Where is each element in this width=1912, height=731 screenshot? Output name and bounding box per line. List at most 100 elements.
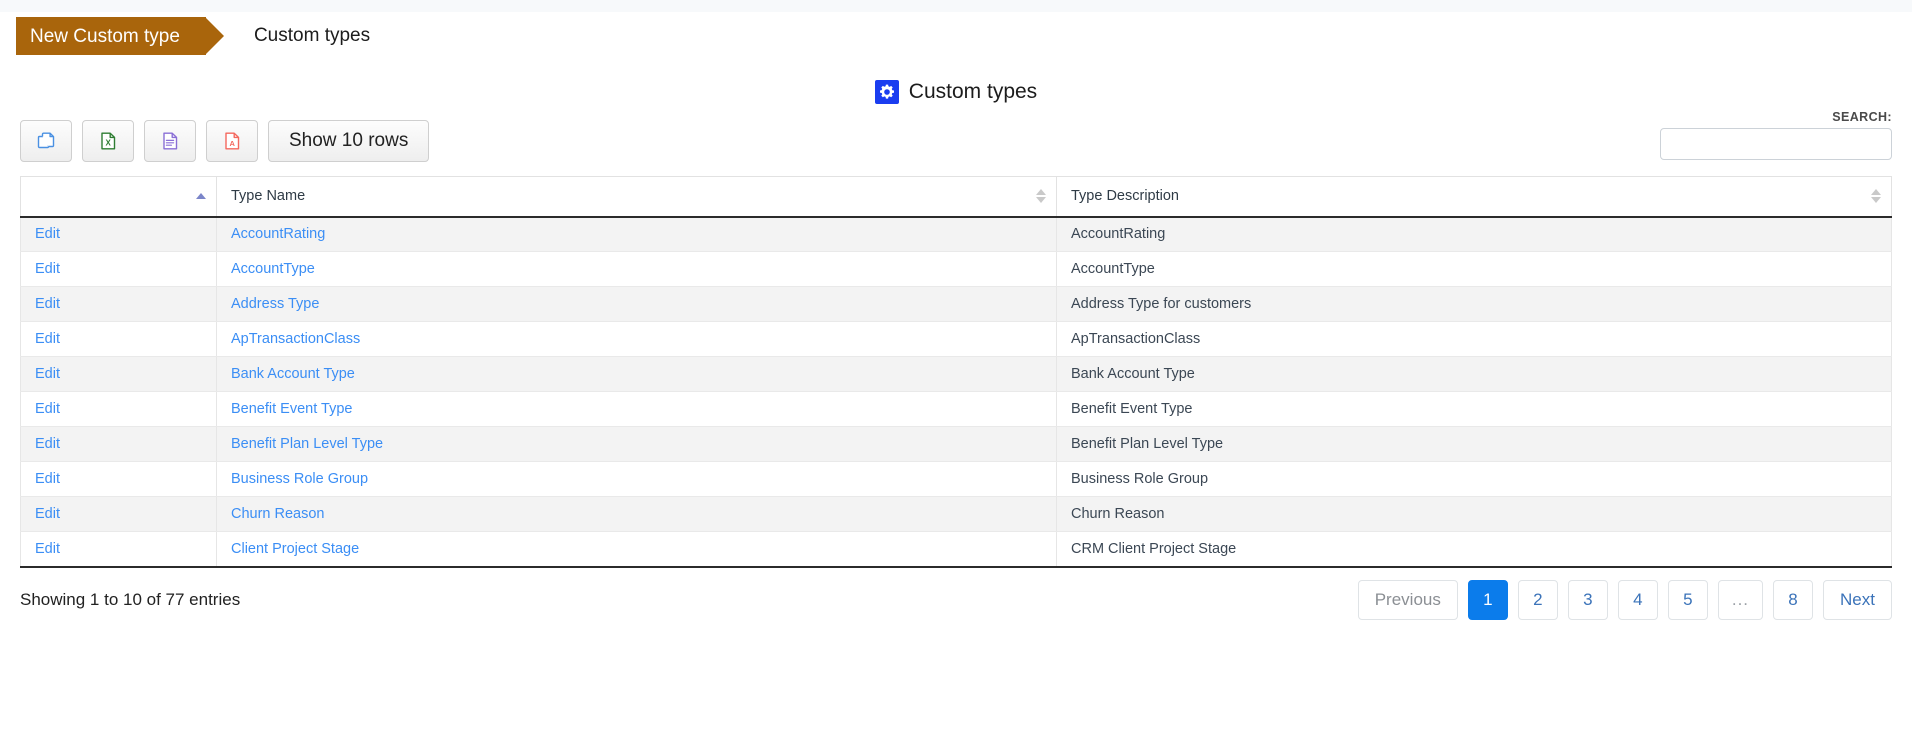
- table-row: Edit ApTransactionClass ApTransactionClass: [20, 321, 1892, 357]
- cell-type-name: AccountType: [216, 251, 1057, 287]
- pagination-page-1[interactable]: 1: [1467, 579, 1508, 620]
- search-area: SEARCH:: [1660, 110, 1892, 160]
- new-custom-type-label: New Custom type: [30, 25, 180, 47]
- copy-button[interactable]: [20, 120, 72, 162]
- type-name-link[interactable]: AccountType: [231, 261, 315, 277]
- custom-types-table: Type Name Type Description Edit AccountRa…: [20, 176, 1892, 568]
- gear-icon: [874, 80, 899, 104]
- edit-link[interactable]: Edit: [35, 401, 60, 417]
- type-name-link[interactable]: Bank Account Type: [231, 366, 355, 382]
- column-header-type-description[interactable]: Type Description: [1056, 176, 1892, 218]
- copy-icon: [35, 130, 57, 152]
- search-input[interactable]: [1660, 128, 1892, 160]
- edit-link[interactable]: Edit: [35, 331, 60, 347]
- cell-action: Edit: [20, 356, 217, 392]
- cell-type-description: CRM Client Project Stage: [1056, 531, 1892, 568]
- cell-type-name: Benefit Event Type: [216, 391, 1057, 427]
- edit-link[interactable]: Edit: [35, 471, 60, 487]
- table-row: Edit Benefit Plan Level Type Benefit Plan …: [20, 426, 1892, 462]
- cell-type-description: Address Type for customers: [1056, 286, 1892, 322]
- edit-link[interactable]: Edit: [35, 261, 60, 277]
- table-row: Edit Business Role Group Business Role Gro…: [20, 461, 1892, 497]
- cell-action: Edit: [20, 251, 217, 287]
- breadcrumb-current: Custom types: [253, 25, 371, 46]
- cell-type-description: Benefit Event Type: [1056, 391, 1892, 427]
- type-name-link[interactable]: Benefit Event Type: [231, 401, 352, 417]
- edit-link[interactable]: Edit: [35, 436, 60, 452]
- table-row: Edit Benefit Event Type Benefit Event Type: [20, 391, 1892, 427]
- column-header-type-description-label: Type Description: [1071, 188, 1179, 205]
- cell-type-name: Business Role Group: [216, 461, 1057, 497]
- column-header-type-name-label: Type Name: [231, 188, 306, 205]
- pagination-next[interactable]: Next: [1823, 579, 1892, 620]
- type-name-link[interactable]: Benefit Plan Level Type: [231, 436, 383, 452]
- excel-export-button[interactable]: X: [82, 120, 134, 162]
- new-custom-type-button[interactable]: New Custom type: [16, 17, 224, 55]
- type-name-link[interactable]: Client Project Stage: [231, 541, 359, 557]
- sort-toggle-icon[interactable]: [1036, 189, 1046, 204]
- pdf-export-button[interactable]: A: [206, 120, 258, 162]
- pagination-page-3[interactable]: 3: [1567, 579, 1608, 620]
- pdf-icon: A: [221, 130, 243, 152]
- column-header-type-name[interactable]: Type Name: [216, 176, 1057, 218]
- type-name-link[interactable]: Business Role Group: [231, 471, 368, 487]
- table-row: Edit Address Type Address Type for custome…: [20, 286, 1892, 322]
- pagination-previous[interactable]: Previous: [1357, 579, 1458, 620]
- csv-export-button[interactable]: [144, 120, 196, 162]
- table-row: Edit Churn Reason Churn Reason: [20, 496, 1892, 532]
- pagination-page-8[interactable]: 8: [1773, 579, 1814, 620]
- page-title: Custom types: [0, 80, 1912, 104]
- cell-action: Edit: [20, 216, 217, 252]
- pagination-page-2[interactable]: 2: [1517, 579, 1558, 620]
- cell-type-name: Benefit Plan Level Type: [216, 426, 1057, 462]
- cell-type-name: ApTransactionClass: [216, 321, 1057, 357]
- table-toolbar: X A Show 10 rows SEARCH:: [0, 110, 1912, 162]
- breadcrumb: New Custom type Custom types: [0, 12, 1912, 60]
- cell-action: Edit: [20, 391, 217, 427]
- show-rows-button[interactable]: Show 10 rows: [268, 120, 430, 162]
- type-name-link[interactable]: ApTransactionClass: [231, 331, 360, 347]
- cell-type-name: Address Type: [216, 286, 1057, 322]
- show-rows-label: Show 10 rows: [289, 130, 409, 151]
- cell-type-description: Business Role Group: [1056, 461, 1892, 497]
- sort-toggle-icon[interactable]: [1871, 189, 1881, 204]
- cell-type-description: Benefit Plan Level Type: [1056, 426, 1892, 462]
- pagination-page-4[interactable]: 4: [1617, 579, 1658, 620]
- cell-type-description: ApTransactionClass: [1056, 321, 1892, 357]
- edit-link[interactable]: Edit: [35, 296, 60, 312]
- edit-link[interactable]: Edit: [35, 541, 60, 557]
- column-header-action[interactable]: [20, 176, 217, 218]
- edit-link[interactable]: Edit: [35, 226, 60, 242]
- cell-action: Edit: [20, 531, 217, 568]
- edit-link[interactable]: Edit: [35, 506, 60, 522]
- edit-link[interactable]: Edit: [35, 366, 60, 382]
- type-name-link[interactable]: Churn Reason: [231, 506, 325, 522]
- table-row: Edit AccountType AccountType: [20, 251, 1892, 287]
- showing-entries-info: Showing 1 to 10 of 77 entries: [20, 589, 241, 609]
- cell-action: Edit: [20, 496, 217, 532]
- table-header: Type Name Type Description: [20, 176, 1892, 218]
- cell-action: Edit: [20, 426, 217, 462]
- type-name-link[interactable]: AccountRating: [231, 226, 325, 242]
- document-icon: [159, 130, 181, 152]
- search-label: SEARCH:: [1832, 110, 1892, 124]
- cell-type-name: Client Project Stage: [216, 531, 1057, 568]
- pagination: Previous 1 2 3 4 5... 8 Next: [1357, 579, 1892, 620]
- cell-action: Edit: [20, 461, 217, 497]
- cell-type-name: AccountRating: [216, 216, 1057, 252]
- cell-type-description: AccountType: [1056, 251, 1892, 287]
- table-row: Edit Bank Account Type Bank Account Type: [20, 356, 1892, 392]
- sort-ascending-icon[interactable]: [196, 193, 206, 200]
- export-button-group: X A Show 10 rows: [20, 120, 430, 162]
- pagination-page-5[interactable]: 5: [1667, 579, 1708, 620]
- table-body: Edit AccountRating AccountRating Edit Accoun…: [20, 216, 1892, 568]
- type-name-link[interactable]: Address Type: [231, 296, 319, 312]
- svg-text:X: X: [106, 139, 112, 148]
- pagination-ellipsis[interactable]: ...: [1717, 579, 1764, 620]
- custom-types-table-wrapper: Type Name Type Description Edit AccountRa…: [0, 176, 1912, 568]
- table-footer: Showing 1 to 10 of 77 entries Previous 1…: [0, 568, 1912, 620]
- excel-icon: X: [97, 130, 119, 152]
- cell-type-description: Bank Account Type: [1056, 356, 1892, 392]
- svg-text:A: A: [229, 139, 235, 148]
- cell-type-description: Churn Reason: [1056, 496, 1892, 532]
